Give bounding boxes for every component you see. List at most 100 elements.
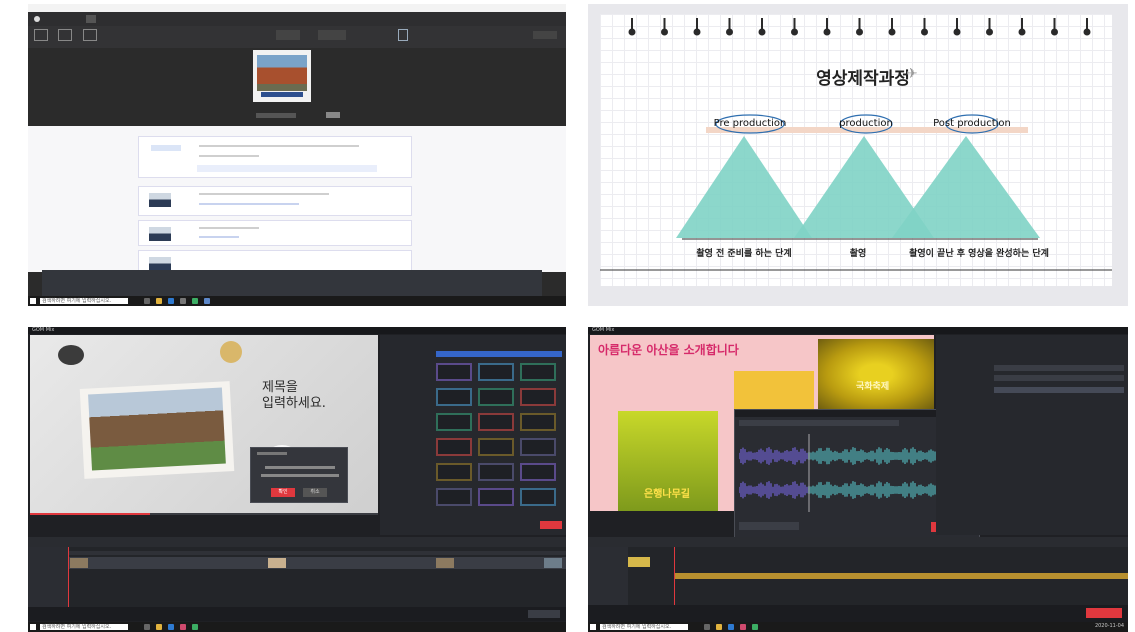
frame-template-thumbnail[interactable] bbox=[436, 438, 472, 456]
media-list-row[interactable] bbox=[994, 365, 1124, 371]
file-explorer-icon[interactable] bbox=[716, 624, 722, 630]
file-explorer-icon[interactable] bbox=[156, 298, 162, 304]
clip-thumbnail[interactable] bbox=[268, 558, 286, 568]
search-icon[interactable] bbox=[144, 298, 150, 304]
dialog-text bbox=[261, 474, 339, 477]
file-path-field[interactable] bbox=[739, 420, 899, 426]
app-icon[interactable] bbox=[180, 298, 186, 304]
settings-button[interactable] bbox=[533, 31, 557, 39]
list-item[interactable] bbox=[138, 186, 412, 216]
search-icon[interactable] bbox=[144, 624, 150, 630]
font-select[interactable] bbox=[276, 30, 300, 40]
taskbar-search[interactable]: 검색하려면 여기에 입력하십시오. bbox=[40, 624, 128, 630]
search-placeholder: 검색하려면 여기에 입력하십시오. bbox=[602, 624, 672, 630]
app-logo-icon bbox=[34, 16, 40, 22]
clip-thumbnail[interactable] bbox=[436, 558, 454, 568]
frame-template-thumbnail[interactable] bbox=[520, 488, 556, 506]
chrome-icon[interactable] bbox=[168, 624, 174, 630]
frame-template-thumbnail[interactable] bbox=[478, 388, 514, 406]
triangle-post bbox=[892, 136, 1040, 238]
paper-plane-icon: ✈ bbox=[906, 66, 918, 82]
dialog-text bbox=[265, 466, 335, 469]
chrome-icon[interactable] bbox=[728, 624, 734, 630]
frame-template-thumbnail[interactable] bbox=[478, 438, 514, 456]
frame-template-thumbnail[interactable] bbox=[436, 463, 472, 481]
binder-ring-wire bbox=[761, 18, 763, 32]
list-item[interactable] bbox=[138, 136, 412, 178]
confirm-dialog: 확인 취소 bbox=[250, 447, 348, 503]
frame-template-thumbnail[interactable] bbox=[520, 463, 556, 481]
video-track[interactable] bbox=[68, 557, 566, 569]
frame-template-thumbnail[interactable] bbox=[436, 363, 472, 381]
frame-template-thumbnail[interactable] bbox=[520, 388, 556, 406]
app-icon[interactable] bbox=[192, 298, 198, 304]
binder-ring-wire bbox=[728, 18, 731, 32]
apply-button[interactable] bbox=[540, 521, 562, 529]
list-item[interactable] bbox=[138, 220, 412, 246]
menu-active-tab[interactable] bbox=[86, 15, 96, 23]
playhead[interactable] bbox=[674, 547, 675, 605]
app-title: GOM Mix bbox=[592, 327, 615, 333]
frame-template-thumbnail[interactable] bbox=[520, 438, 556, 456]
taskbar-search[interactable]: 검색하려면 여기에 입력하십시오. bbox=[600, 624, 688, 630]
list-item[interactable] bbox=[138, 250, 412, 272]
item-thumbnail bbox=[149, 257, 171, 271]
frame-template-thumbnail[interactable] bbox=[478, 413, 514, 431]
chrome-icon[interactable] bbox=[168, 298, 174, 304]
frame-template-thumbnail[interactable] bbox=[520, 413, 556, 431]
frame-template-thumbnail[interactable] bbox=[478, 463, 514, 481]
toolbar-button-icon[interactable] bbox=[34, 29, 48, 41]
clip-thumbnail[interactable] bbox=[70, 558, 88, 568]
timeline bbox=[28, 547, 566, 607]
toolbar bbox=[28, 26, 566, 48]
playback-controls[interactable] bbox=[739, 522, 799, 530]
export-icon[interactable] bbox=[398, 29, 408, 41]
seek-bar[interactable] bbox=[30, 513, 378, 515]
media-list-row[interactable] bbox=[994, 387, 1124, 393]
size-select[interactable] bbox=[318, 30, 346, 40]
window-title-bar bbox=[28, 4, 566, 12]
frame-template-thumbnail[interactable] bbox=[436, 488, 472, 506]
app-icon[interactable] bbox=[740, 624, 746, 630]
windows-icon[interactable] bbox=[30, 298, 36, 304]
dialog-cancel-button[interactable]: 취소 bbox=[303, 488, 327, 497]
category-tab-bar[interactable] bbox=[436, 351, 562, 357]
audio-track-clip[interactable] bbox=[674, 573, 1128, 579]
stage-label: Post production bbox=[933, 118, 1011, 129]
windows-icon[interactable] bbox=[30, 624, 36, 630]
app-icon[interactable] bbox=[192, 624, 198, 630]
search-icon[interactable] bbox=[704, 624, 710, 630]
stage-label: production bbox=[839, 118, 893, 129]
frame-template-thumbnail[interactable] bbox=[478, 488, 514, 506]
festival-label: 국화축제 bbox=[856, 382, 890, 392]
toolbar-button-icon[interactable] bbox=[58, 29, 72, 41]
frame-template-thumbnail[interactable] bbox=[436, 388, 472, 406]
playhead[interactable] bbox=[68, 547, 69, 607]
time-ruler bbox=[68, 551, 566, 555]
clip-thumbnail[interactable] bbox=[544, 558, 562, 568]
title-placeholder[interactable]: 제목을 입력하세요. bbox=[262, 380, 352, 412]
chrysanthemum-image bbox=[818, 339, 934, 409]
export-button[interactable] bbox=[1086, 608, 1122, 618]
frame-template-thumbnail[interactable] bbox=[436, 413, 472, 431]
item-thumbnail bbox=[149, 227, 171, 241]
frame-template-thumbnail[interactable] bbox=[478, 363, 514, 381]
preview-button[interactable] bbox=[326, 112, 340, 118]
taskbar-search[interactable]: 검색하려면 여기에 입력하십시오. bbox=[40, 298, 128, 304]
side-panel bbox=[380, 335, 566, 535]
panel-gom-mix-audio: GOM Mix 아름다운 아산을 소개합니다 국화축제 은행나무길 × bbox=[588, 327, 1128, 632]
preview-controls[interactable] bbox=[256, 113, 296, 118]
app-icon[interactable] bbox=[204, 298, 210, 304]
windows-icon[interactable] bbox=[590, 624, 596, 630]
clip-thumbnail[interactable] bbox=[628, 557, 650, 567]
taskbar: 검색하려면 여기에 입력하십시오. bbox=[28, 296, 566, 306]
toolbar-button-icon[interactable] bbox=[83, 29, 97, 41]
triangle-pre bbox=[676, 136, 812, 238]
media-list-row[interactable] bbox=[994, 375, 1124, 381]
file-explorer-icon[interactable] bbox=[156, 624, 162, 630]
dialog-ok-button[interactable]: 확인 bbox=[271, 488, 295, 497]
app-icon[interactable] bbox=[180, 624, 186, 630]
app-icon[interactable] bbox=[752, 624, 758, 630]
frame-template-thumbnail[interactable] bbox=[520, 363, 556, 381]
export-button[interactable] bbox=[528, 610, 560, 618]
